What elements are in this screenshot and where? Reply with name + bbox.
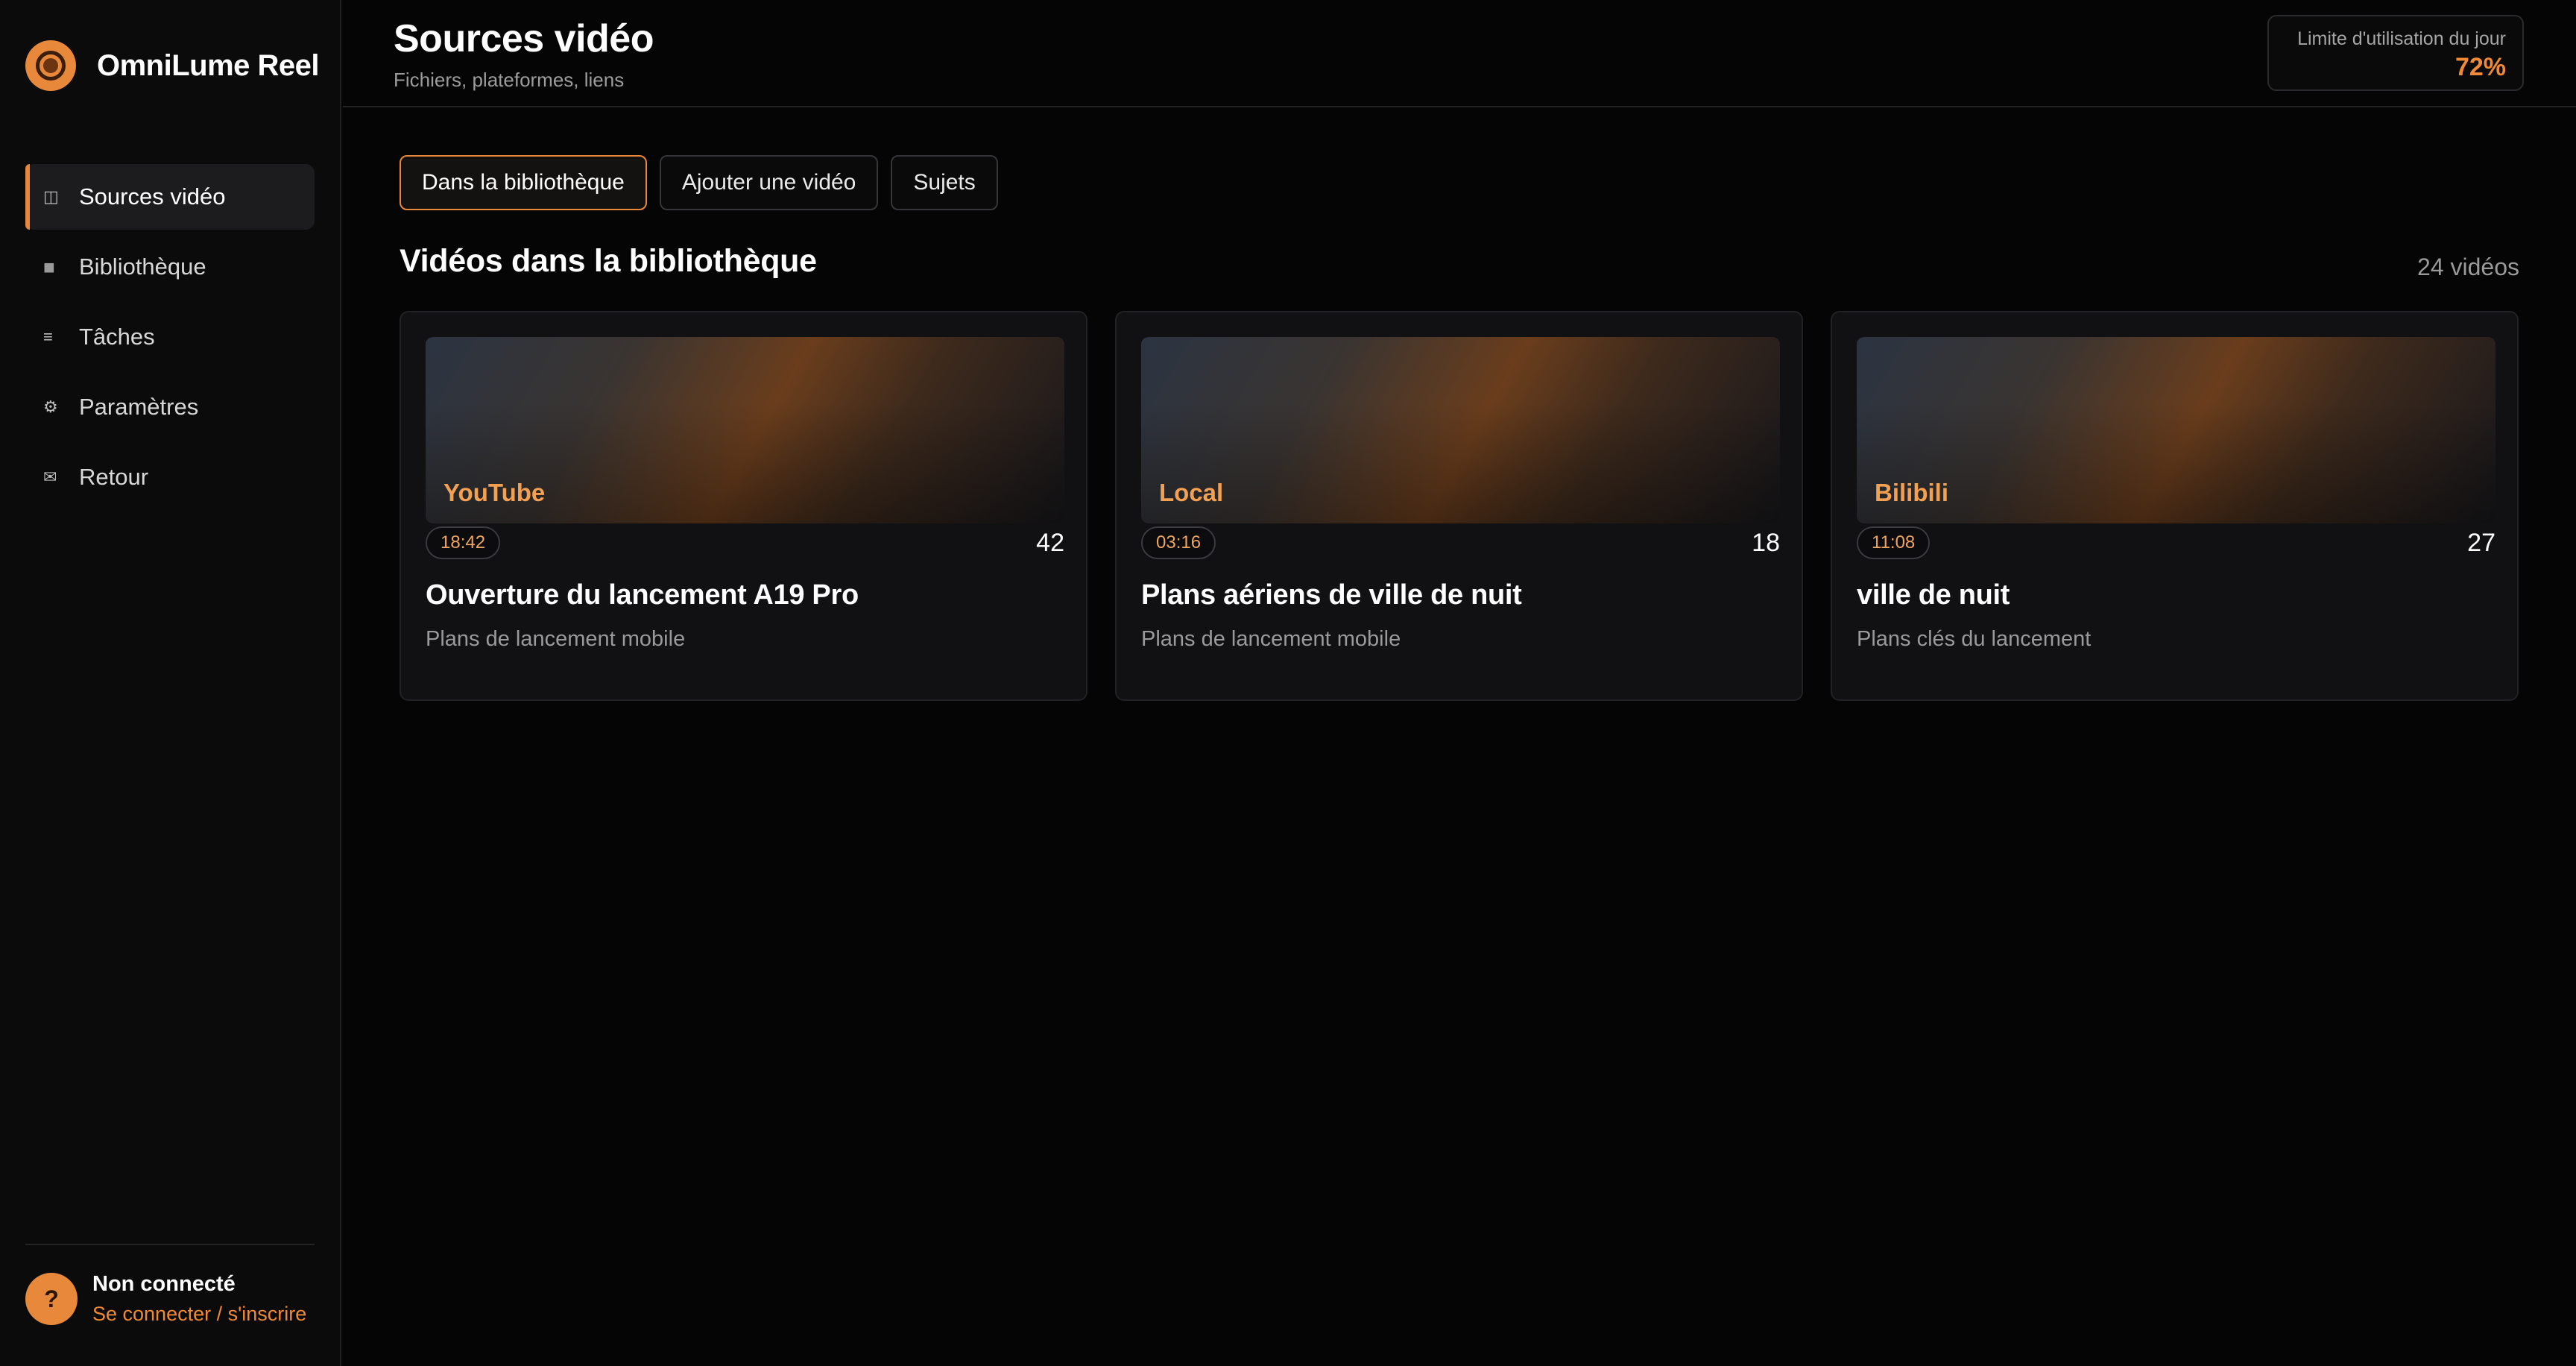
sidebar-item-label: Tâches	[79, 324, 155, 350]
sidebar-item-label: Sources vidéo	[79, 183, 226, 210]
quota-value: 72%	[2455, 53, 2506, 81]
video-subtitle: Plans de lancement mobile	[426, 627, 686, 651]
logo-icon	[25, 40, 76, 91]
duration-badge: 11:08	[1857, 526, 1931, 559]
video-meta: 18:42 42	[426, 524, 1064, 561]
source-label: Bilibili	[1875, 479, 1948, 506]
page-subtitle: Fichiers, plateformes, liens	[394, 69, 625, 91]
avatar[interactable]: ?	[25, 1273, 78, 1325]
video-meta: 11:08 27	[1857, 524, 2496, 561]
tab-add-video[interactable]: Ajouter une vidéo	[659, 155, 879, 210]
sidebar-item-label: Paramètres	[79, 394, 199, 420]
gear-icon: ⚙	[43, 397, 58, 416]
usage-quota: Limite d'utilisation du jour 72%	[2267, 15, 2524, 91]
video-subtitle: Plans clés du lancement	[1857, 627, 2092, 651]
clip-count: 27	[2467, 528, 2496, 557]
video-title: Plans aériens de ville de nuit	[1141, 579, 1522, 611]
sidebar-item-feedback[interactable]: ✉ Retour	[25, 444, 315, 510]
clip-count: 42	[1036, 528, 1064, 557]
user-panel: ? Non connecté Se connecter / s'inscrire	[25, 1272, 306, 1326]
video-title: ville de nuit	[1857, 579, 2010, 611]
mail-icon: ✉	[43, 468, 57, 486]
clip-count: 18	[1752, 528, 1780, 557]
sidebar-item-settings[interactable]: ⚙ Paramètres	[25, 374, 315, 440]
columns-icon: ◫	[43, 187, 59, 206]
video-meta: 03:16 18	[1141, 524, 1780, 561]
user-status: Non connecté	[92, 1272, 236, 1296]
quota-label: Limite d'utilisation du jour	[2297, 28, 2506, 49]
sidebar-item-label: Bibliothèque	[79, 254, 206, 280]
brand[interactable]: OmniLume Reel	[25, 40, 320, 91]
sidebar-divider	[25, 1244, 315, 1245]
section-title: Vidéos dans la bibliothèque	[400, 243, 817, 279]
login-link[interactable]: Se connecter / s'inscrire	[92, 1303, 306, 1326]
duration-badge: 18:42	[426, 526, 501, 559]
video-grid: YouTube 18:42 42 Ouverture du lancement …	[400, 311, 2519, 701]
list-icon: ≡	[43, 327, 53, 346]
sidebar-item-library[interactable]: ■ Bibliothèque	[25, 234, 315, 300]
sidebar-item-tasks[interactable]: ≡ Tâches	[25, 304, 315, 370]
page-title: Sources vidéo	[394, 17, 654, 60]
video-title: Ouverture du lancement A19 Pro	[426, 579, 859, 611]
source-label: Local	[1159, 479, 1224, 506]
video-card[interactable]: Bilibili 11:08 27 ville de nuit Plans cl…	[1831, 311, 2519, 701]
video-thumbnail: Local	[1141, 337, 1780, 523]
video-subtitle: Plans de lancement mobile	[1141, 627, 1401, 651]
video-count: 24 vidéos	[2417, 254, 2519, 280]
sidebar-item-sources[interactable]: ◫ Sources vidéo	[25, 164, 315, 230]
video-card[interactable]: YouTube 18:42 42 Ouverture du lancement …	[400, 311, 1087, 701]
source-tabs: Dans la bibliothèque Ajouter une vidéo S…	[400, 155, 998, 210]
tab-topics[interactable]: Sujets	[891, 155, 998, 210]
sidebar-item-label: Retour	[79, 464, 149, 490]
page-header: Sources vidéo Fichiers, plateformes, lie…	[343, 0, 2576, 107]
video-thumbnail: YouTube	[426, 337, 1064, 523]
duration-badge: 03:16	[1141, 526, 1216, 559]
source-label: YouTube	[443, 479, 546, 506]
square-icon: ■	[43, 255, 55, 278]
video-thumbnail: Bilibili	[1857, 337, 2496, 523]
video-card[interactable]: Local 03:16 18 Plans aériens de ville de…	[1115, 311, 1803, 701]
sidebar: OmniLume Reel ◫ Sources vidéo ■ Biblioth…	[0, 0, 341, 1366]
app-name: OmniLume Reel	[97, 48, 320, 82]
tab-in-library[interactable]: Dans la bibliothèque	[400, 155, 647, 210]
sidebar-nav: ◫ Sources vidéo ■ Bibliothèque ≡ Tâches …	[25, 164, 315, 514]
